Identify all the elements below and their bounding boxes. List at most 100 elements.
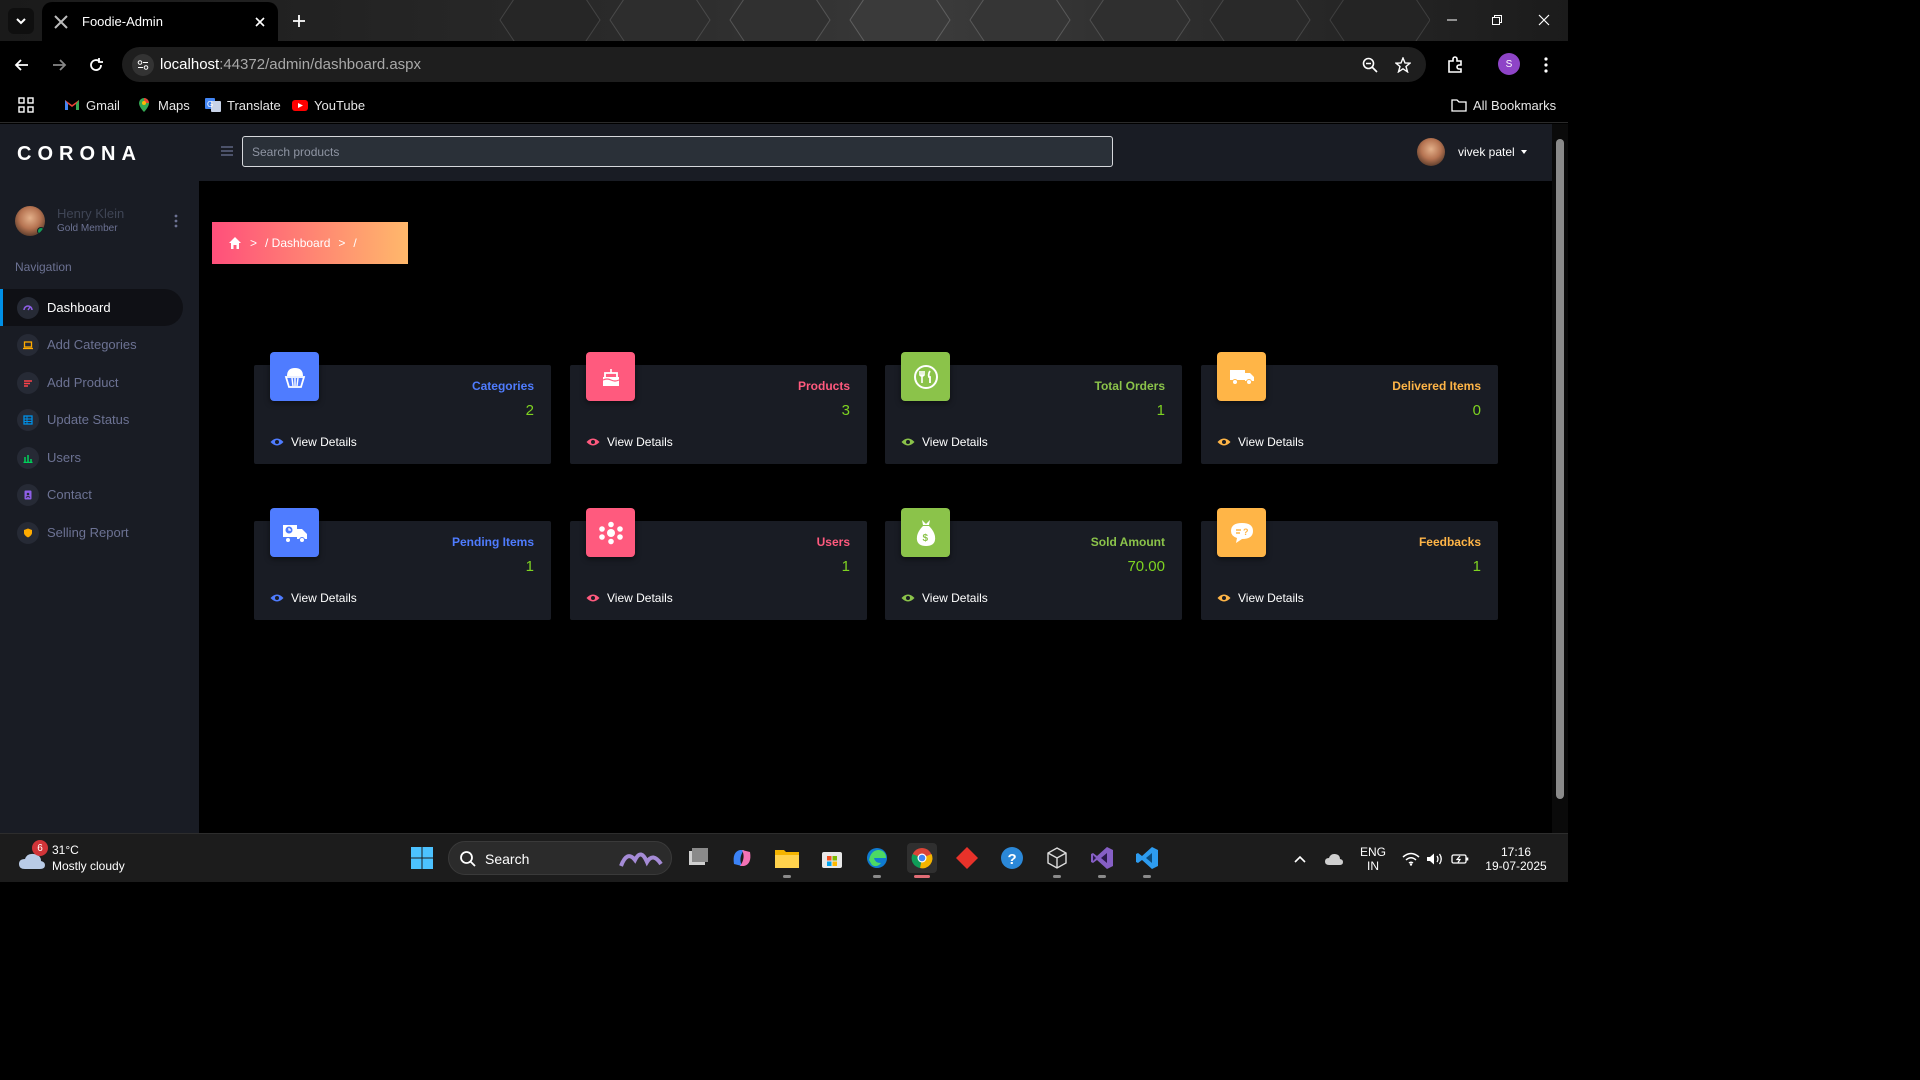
card-title: Categories — [471, 379, 534, 393]
edge-button[interactable] — [862, 843, 892, 878]
breadcrumb-trail: / — [353, 236, 357, 250]
git-app-button[interactable] — [952, 843, 982, 873]
cloud-sync-icon — [1325, 853, 1343, 865]
weather-widget[interactable]: 6 31°C Mostly cloudy — [18, 840, 158, 876]
store-button[interactable] — [817, 843, 847, 873]
user-name: vivek patel — [1458, 145, 1515, 159]
extensions-button[interactable] — [1443, 53, 1467, 77]
bookmark-star-button[interactable] — [1393, 55, 1413, 75]
cupcake-icon — [270, 352, 319, 401]
sidebar-item-dashboard[interactable]: Dashboard — [0, 289, 183, 326]
page-scrollbar[interactable] — [1552, 124, 1568, 833]
zoom-button[interactable] — [1360, 55, 1380, 75]
app-running-indicator — [783, 875, 791, 878]
close-window-button[interactable] — [1534, 10, 1554, 30]
windows-taskbar: 6 31°C Mostly cloudy Search ? ENG IN 17:… — [0, 833, 1568, 882]
site-info-button[interactable] — [132, 54, 154, 76]
caret-down-icon — [1520, 150, 1527, 154]
view-details-link[interactable]: View Details — [586, 591, 673, 605]
bookmark-label: YouTube — [314, 97, 366, 113]
wifi-status[interactable] — [1400, 834, 1422, 883]
language-indicator[interactable]: ENG IN — [1356, 834, 1390, 883]
playlist-icon — [17, 371, 39, 394]
battery-status[interactable] — [1449, 834, 1471, 883]
user-avatar — [1417, 138, 1445, 166]
weather-condition: Mostly cloudy — [52, 859, 125, 873]
visual-studio-icon — [1091, 847, 1113, 869]
clock-time: 17:16 — [1500, 844, 1532, 859]
browser-tab[interactable]: Foodie-Admin — [42, 2, 278, 41]
view-details-link[interactable]: View Details — [586, 435, 673, 449]
tab-title: Foodie-Admin — [82, 14, 163, 29]
home-icon[interactable] — [228, 236, 242, 250]
bookmark-maps[interactable]: Maps — [136, 94, 190, 116]
plus-icon — [293, 15, 305, 27]
vscode-icon — [1136, 847, 1158, 869]
svg-text:$: $ — [922, 533, 928, 544]
sidebar-item-contact[interactable]: Contact — [0, 476, 183, 513]
new-tab-button[interactable] — [288, 10, 310, 32]
app-active-indicator — [914, 875, 930, 878]
address-bar[interactable]: localhost:44372/admin/dashboard.aspx — [122, 47, 1426, 82]
tab-search-button[interactable] — [8, 8, 34, 34]
file-explorer-button[interactable] — [772, 843, 802, 878]
sidebar-item-add-categories[interactable]: Add Categories — [0, 326, 183, 363]
view-details-link[interactable]: View Details — [270, 591, 357, 605]
view-details-link[interactable]: View Details — [901, 591, 988, 605]
browser-profile-avatar[interactable]: S — [1498, 53, 1520, 75]
bookmark-translate[interactable]: G Translate — [205, 94, 281, 116]
visual-studio-button[interactable] — [1087, 843, 1117, 878]
user-menu-dropdown[interactable]: vivek patel — [1417, 138, 1528, 166]
taskbar-search[interactable]: Search — [448, 841, 672, 875]
hamburger-menu-icon[interactable] — [221, 146, 233, 156]
terminal-app-button[interactable] — [1042, 843, 1072, 878]
breadcrumb-current[interactable]: / Dashboard — [265, 236, 330, 250]
sidebar-item-add-product[interactable]: Add Product — [0, 364, 183, 401]
main-content: > / Dashboard > / Categories 2 View Deta… — [199, 181, 1552, 833]
copilot-button[interactable] — [727, 843, 757, 873]
forward-button[interactable] — [47, 53, 71, 77]
view-details-link[interactable]: View Details — [270, 435, 357, 449]
view-details-link[interactable]: View Details — [1217, 435, 1304, 449]
clock[interactable]: 17:16 19-07-2025 — [1480, 834, 1552, 883]
loading-truck-icon — [270, 508, 319, 557]
folder-icon — [1451, 99, 1467, 112]
search-input[interactable] — [242, 136, 1113, 167]
start-button[interactable] — [407, 843, 437, 873]
app-running-indicator — [873, 875, 881, 878]
all-bookmarks-button[interactable]: All Bookmarks — [1451, 94, 1556, 116]
sidebar-item-users[interactable]: Users — [0, 439, 183, 476]
sidebar-item-label: Dashboard — [47, 300, 111, 315]
task-view-button[interactable] — [683, 843, 713, 873]
view-details-link[interactable]: View Details — [901, 435, 988, 449]
chrome-button[interactable] — [907, 843, 937, 878]
apps-button[interactable] — [18, 94, 34, 116]
onedrive-button[interactable] — [1322, 834, 1346, 883]
restore-button[interactable] — [1487, 10, 1507, 30]
edge-icon — [867, 848, 887, 868]
brand-logo[interactable]: CORONA — [17, 143, 142, 166]
view-details-link[interactable]: View Details — [1217, 591, 1304, 605]
help-button[interactable]: ? — [997, 843, 1027, 873]
folder-icon — [775, 850, 799, 868]
card-value: 1 — [1156, 402, 1165, 419]
profile-menu-icon[interactable] — [173, 213, 179, 229]
volume-status[interactable] — [1424, 834, 1446, 883]
back-button[interactable] — [10, 53, 34, 77]
stat-card-feedbacks: ? Feedbacks 1 View Details — [1201, 508, 1498, 620]
show-hidden-icons-button[interactable] — [1290, 834, 1310, 883]
bookmark-gmail[interactable]: Gmail — [64, 94, 120, 116]
browser-menu-button[interactable] — [1534, 53, 1558, 77]
sidebar-item-selling-report[interactable]: Selling Report — [0, 514, 183, 551]
sidebar-item-update-status[interactable]: Update Status — [0, 401, 183, 438]
profile-name: Henry Klein — [57, 206, 125, 221]
url-host: localhost — [160, 56, 220, 73]
close-tab-icon[interactable] — [252, 14, 268, 30]
minimize-button[interactable] — [1442, 10, 1462, 30]
browser-tab-strip: Foodie-Admin — [0, 0, 1568, 41]
reload-button[interactable] — [84, 53, 108, 77]
bookmark-youtube[interactable]: YouTube — [292, 94, 365, 116]
vscode-button[interactable] — [1132, 843, 1162, 878]
scrollbar-thumb[interactable] — [1556, 139, 1564, 799]
svg-text:?: ? — [1008, 851, 1017, 868]
